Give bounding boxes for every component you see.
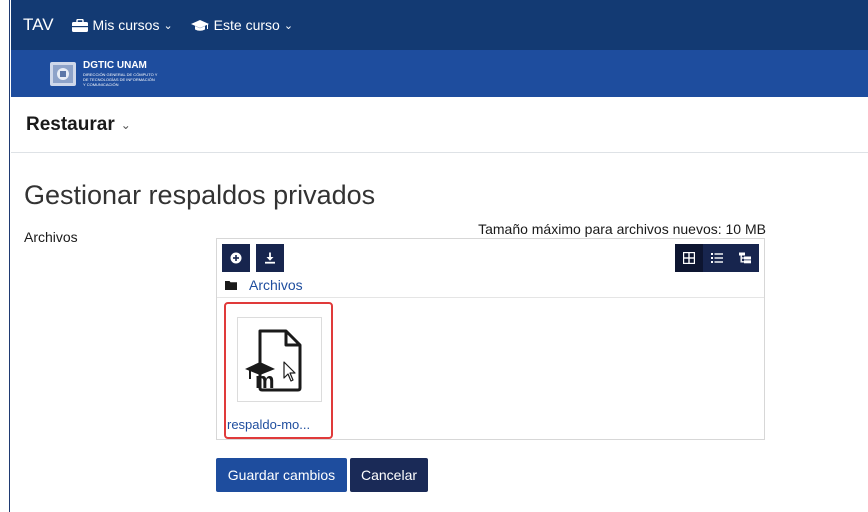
max-file-size-text: Tamaño máximo para archivos nuevos: 10 M…: [478, 221, 766, 237]
this-course-menu[interactable]: Este curso ⌄: [190, 17, 294, 33]
my-courses-label: Mis cursos: [92, 17, 160, 33]
page-header: Restaurar ⌄: [11, 97, 868, 153]
tree-view-button[interactable]: [731, 244, 759, 272]
site-banner: DGTIC UNAM DIRECCIÓN GENERAL DE CÓMPUTO …: [11, 50, 868, 97]
divider: [217, 297, 764, 298]
file-thumbnail[interactable]: m: [237, 317, 322, 402]
graduation-cap-icon: [190, 19, 209, 31]
file-manager: Archivos m respaldo-mo...: [216, 238, 765, 440]
add-file-button[interactable]: [222, 244, 250, 272]
tree-view-icon: [739, 252, 751, 264]
svg-text:m: m: [255, 368, 275, 393]
file-manager-toolbar: [222, 244, 759, 272]
site-brand-link[interactable]: TAV: [23, 15, 54, 35]
save-changes-button[interactable]: Guardar cambios: [216, 458, 347, 492]
add-file-icon: [230, 252, 242, 264]
breadcrumb: Archivos: [225, 277, 303, 293]
files-field-label: Archivos: [24, 229, 78, 245]
chevron-down-icon: ⌄: [283, 19, 294, 32]
logo-title: DGTIC UNAM: [83, 60, 147, 71]
left-edge-border: [0, 0, 10, 512]
download-all-button[interactable]: [256, 244, 284, 272]
list-view-button[interactable]: [703, 244, 731, 272]
folder-icon: [225, 281, 237, 290]
dgtic-unam-logo: DGTIC UNAM DIRECCIÓN GENERAL DE CÓMPUTO …: [49, 60, 157, 87]
page-title: Gestionar respaldos privados: [24, 180, 376, 210]
list-view-icon: [711, 253, 723, 263]
unam-shield-icon: [50, 61, 76, 86]
my-courses-menu[interactable]: Mis cursos ⌄: [71, 17, 173, 33]
file-name-link[interactable]: respaldo-mo...: [227, 417, 310, 432]
breadcrumb-folder-link[interactable]: Archivos: [249, 277, 303, 293]
briefcase-icon: [71, 18, 88, 32]
chevron-down-icon: ⌄: [163, 19, 173, 32]
grid-view-button[interactable]: [675, 244, 703, 272]
download-icon: [265, 252, 275, 264]
this-course-label: Este curso: [213, 17, 280, 33]
moodle-backup-file-icon: m: [245, 329, 302, 393]
file-item[interactable]: m respaldo-mo...: [224, 302, 333, 439]
view-mode-group: [675, 244, 759, 272]
chevron-down-icon[interactable]: ⌄: [121, 118, 131, 132]
logo-subtitle-line: Y COMUNICACIÓN: [83, 82, 119, 87]
page-header-title[interactable]: Restaurar: [26, 114, 115, 136]
grid-view-icon: [683, 252, 695, 264]
top-navbar: TAV Mis cursos ⌄ Este curso ⌄: [11, 0, 868, 50]
cancel-button[interactable]: Cancelar: [350, 458, 428, 492]
